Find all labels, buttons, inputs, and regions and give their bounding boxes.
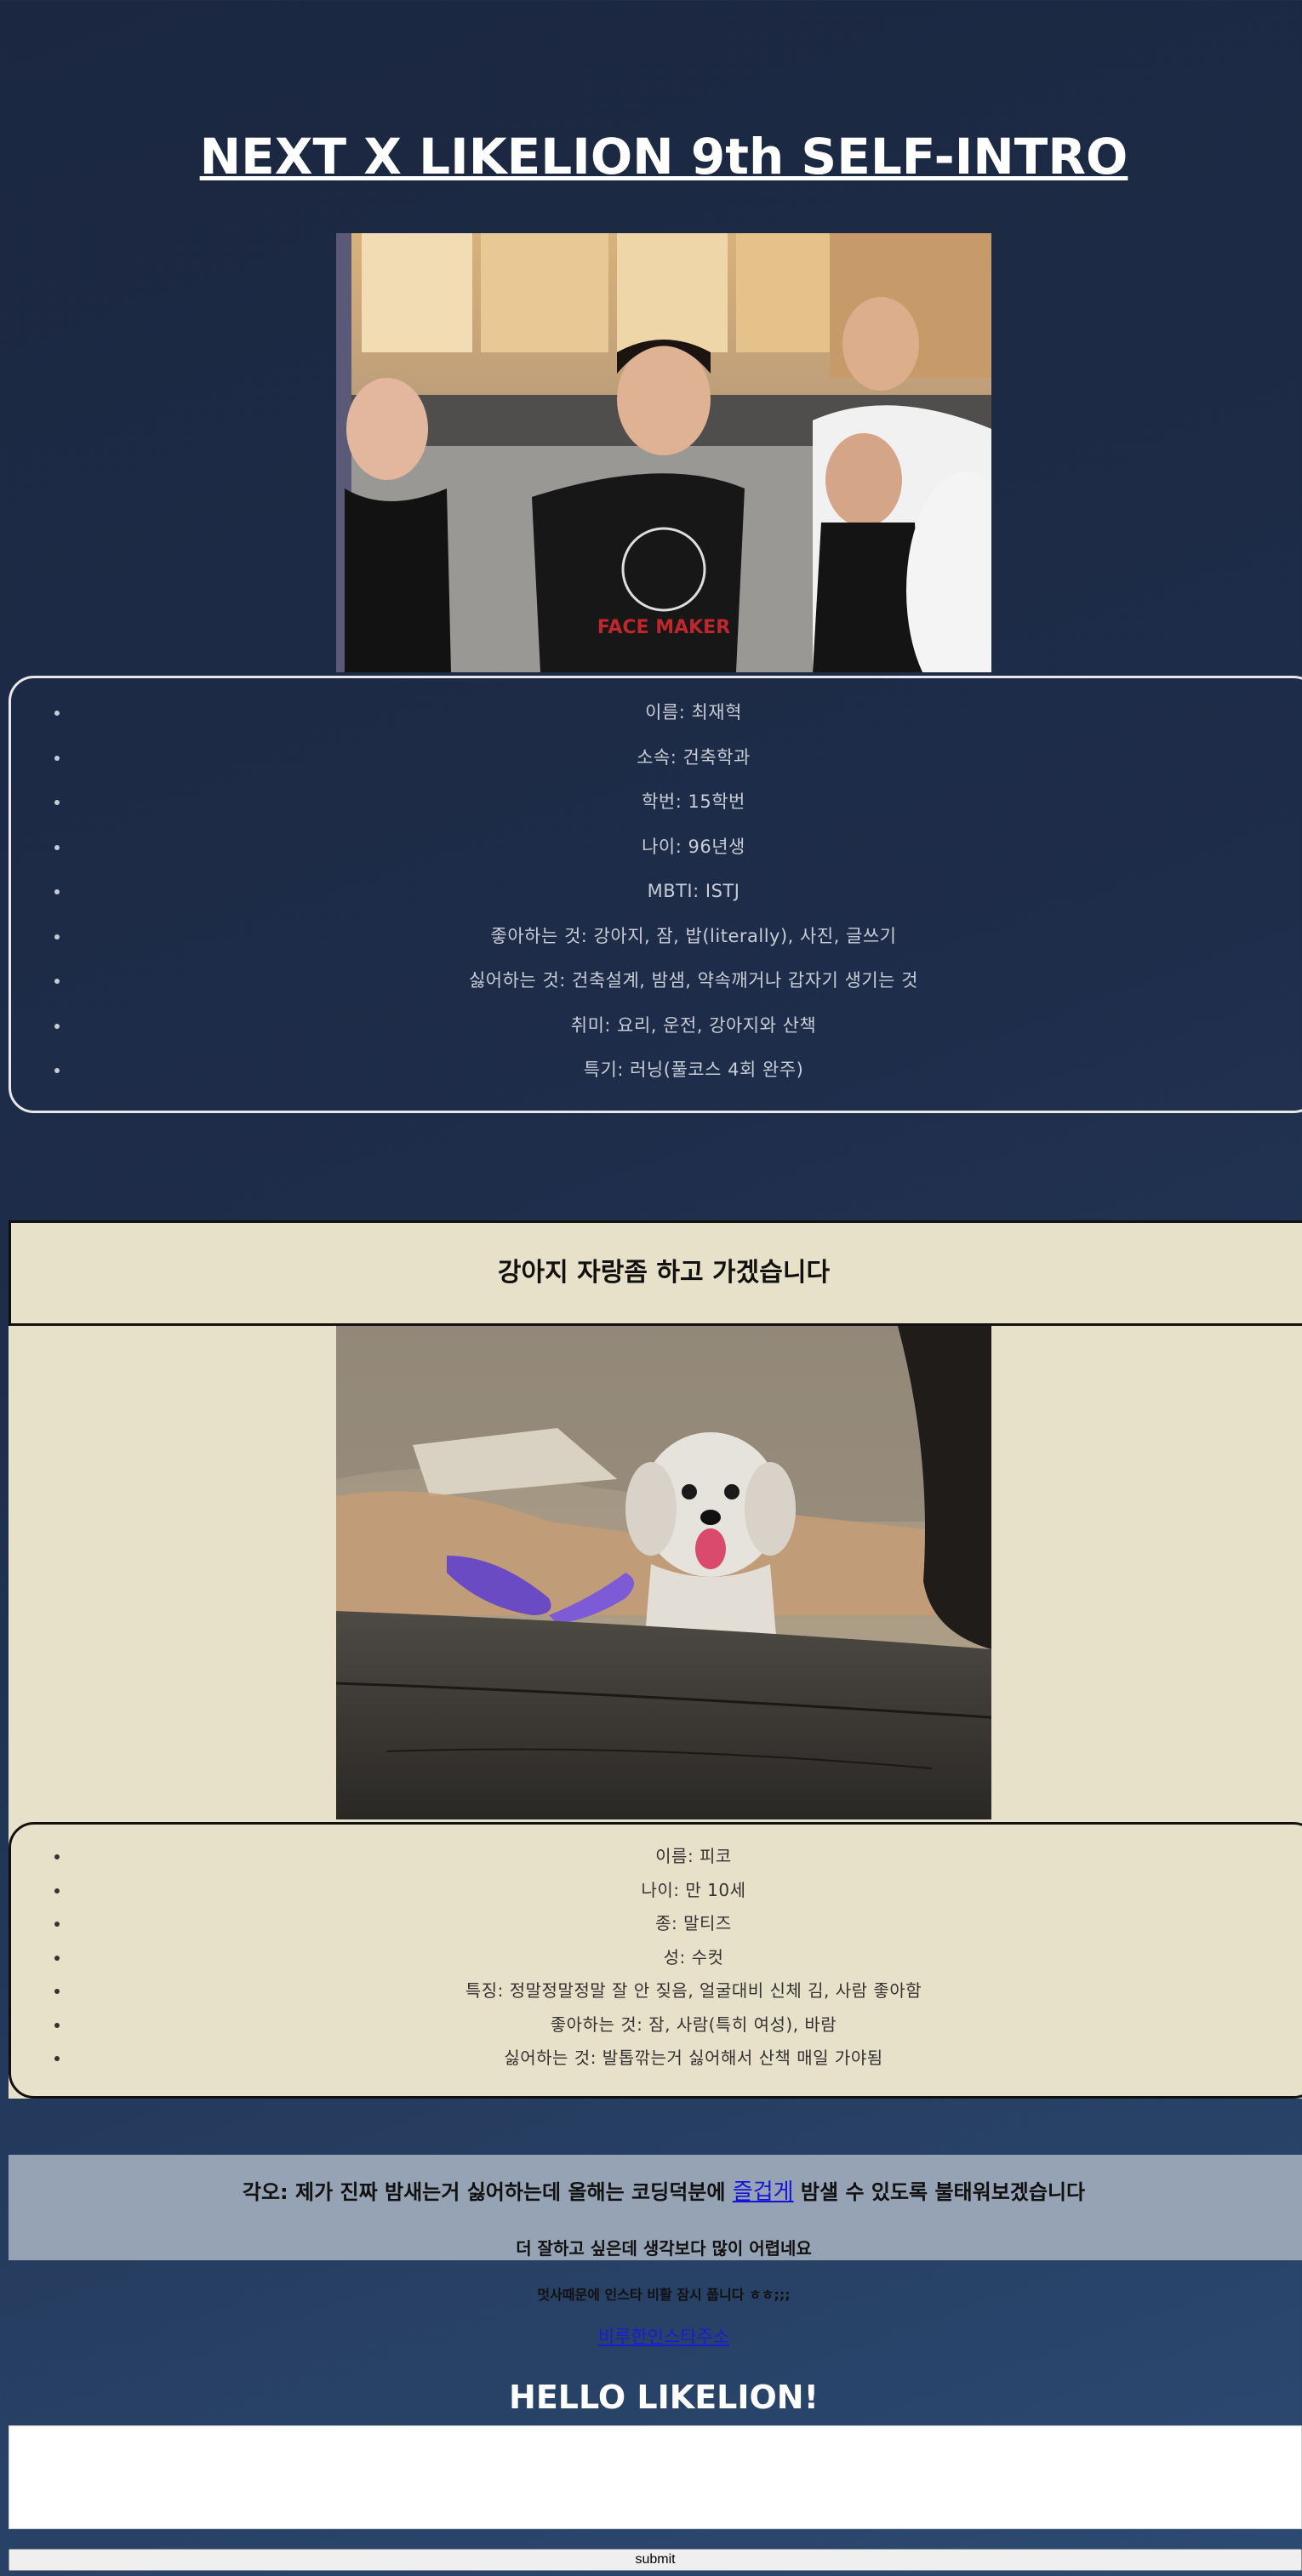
profile-item: 나이: 96년생 bbox=[71, 825, 1302, 870]
resolution-section: 각오: 제가 진짜 밤새는거 싫어하는데 올해는 코딩덕분에 즐겁게 밤샐 수 … bbox=[9, 2155, 1302, 2260]
dog-info-item: 특징: 정말정말정말 잘 안 짖음, 얼굴대비 신체 김, 사람 좋아함 bbox=[71, 1974, 1302, 2008]
profile-item: 특기: 러닝(풀코스 4회 완주) bbox=[71, 1048, 1302, 1093]
profile-item: 싫어하는 것: 건축설계, 밤샘, 약속깨거나 갑자기 생기는 것 bbox=[71, 958, 1302, 1003]
resolution-suffix: 밤샐 수 있도록 불태워보겠습니다 bbox=[793, 2180, 1086, 2204]
resolution-prefix: 각오: 제가 진짜 밤새는거 싫어하는데 올해는 코딩덕분에 bbox=[242, 2180, 733, 2204]
profile-item: 이름: 최재혁 bbox=[71, 690, 1302, 735]
dog-section: 강아지 자랑좀 하고 가겠습니다 • 이름: 피코 • 나이: 만 10세 • … bbox=[9, 1220, 1302, 2099]
submit-button[interactable]: submit bbox=[9, 2549, 1302, 2571]
insta-link-wrap: 비루한인스타주소 bbox=[0, 2323, 1302, 2349]
dog-info-card: 이름: 피코 나이: 만 10세 종: 말티즈 성: 수컷 특징: 정말정말정말… bbox=[9, 1822, 1302, 2099]
svg-text:FACE MAKER: FACE MAKER bbox=[597, 617, 730, 638]
dog-info-item: 종: 말티즈 bbox=[71, 1907, 1302, 1941]
dog-info-item: 이름: 피코 bbox=[71, 1840, 1302, 1874]
profile-item: MBTI: ISTJ bbox=[71, 869, 1302, 914]
page-title: NEXT X LIKELION 9th SELF-INTRO bbox=[199, 128, 1128, 186]
dog-info-item: 나이: 만 10세 bbox=[71, 1874, 1302, 1908]
resolution-link[interactable]: 즐겁게 bbox=[733, 2179, 794, 2205]
dog-info-item: 성: 수컷 bbox=[71, 1941, 1302, 1975]
hello-heading: HELLO LIKELION! bbox=[509, 2379, 819, 2416]
insta-link[interactable]: 비루한인스타주소 bbox=[598, 2327, 730, 2347]
profile-item: 좋아하는 것: 강아지, 잠, 밥(literally), 사진, 글쓰기 bbox=[71, 914, 1302, 959]
dog-info-item: 좋아하는 것: 잠, 사람(특히 여성), 바람 bbox=[71, 2008, 1302, 2042]
dog-photo bbox=[336, 1326, 991, 1819]
profile-item: 소속: 건축학과 bbox=[71, 735, 1302, 780]
dog-info-item: 싫어하는 것: 발톱깎는거 싫어해서 산책 매일 가야됨 bbox=[71, 2042, 1302, 2076]
dog-info-list: 이름: 피코 나이: 만 10세 종: 말티즈 성: 수컷 특징: 정말정말정말… bbox=[11, 1825, 1302, 2076]
profile-item: 취미: 요리, 운전, 강아지와 산책 bbox=[71, 1003, 1302, 1048]
profile-item: 학번: 15학번 bbox=[71, 780, 1302, 825]
profile-list: 이름: 최재혁 소속: 건축학과 학번: 15학번 나이: 96년생 MBTI:… bbox=[11, 678, 1302, 1093]
insta-note: 멋사때문에 인스타 비활 잠시 풉니다 ㅎㅎ;;; bbox=[537, 2287, 791, 2303]
resolution-subtext: 더 잘하고 싶은데 생각보다 많이 어렵네요 bbox=[516, 2238, 812, 2259]
dog-section-header: 강아지 자랑좀 하고 가겠습니다 bbox=[9, 1220, 1302, 1326]
message-textarea[interactable] bbox=[9, 2425, 1302, 2529]
profile-card: 이름: 최재혁 소속: 건축학과 학번: 15학번 나이: 96년생 MBTI:… bbox=[9, 676, 1302, 1113]
group-photo: FACE MAKER bbox=[336, 233, 991, 672]
resolution-text: 각오: 제가 진짜 밤새는거 싫어하는데 올해는 코딩덕분에 즐겁게 밤샐 수 … bbox=[9, 2155, 1302, 2230]
